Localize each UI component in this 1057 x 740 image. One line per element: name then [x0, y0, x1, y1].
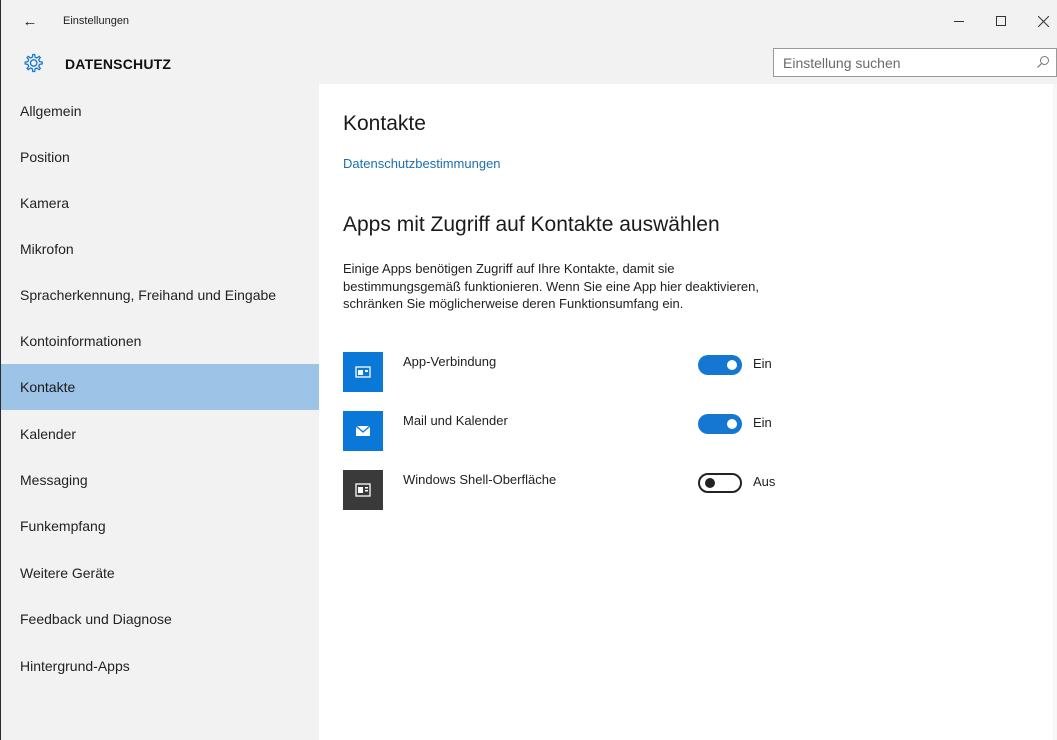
sidebar-item-label: Weitere Geräte: [20, 565, 115, 581]
header-bar: DATENSCHUTZ: [1, 44, 1057, 84]
toggle-state-label: Ein: [753, 415, 772, 430]
search-box[interactable]: [773, 48, 1057, 77]
sidebar: Allgemein Position Kamera Mikrofon Sprac…: [1, 84, 319, 740]
app-name: Mail und Kalender: [403, 413, 508, 428]
search-input[interactable]: [774, 49, 1024, 76]
app-row-app-verbindung: App-Verbindung Ein: [343, 352, 783, 392]
mail-kalender-toggle[interactable]: [698, 414, 742, 434]
sidebar-item-label: Kalender: [20, 426, 77, 442]
sidebar-item-messaging[interactable]: Messaging: [1, 457, 319, 503]
sidebar-item-weitere-geraete[interactable]: Weitere Geräte: [1, 550, 319, 596]
sidebar-item-label: Spracherkennung, Freihand und Eingabe: [20, 287, 277, 303]
app-name: App-Verbindung: [403, 354, 497, 369]
app-row-mail-kalender: Mail und Kalender Ein: [343, 411, 783, 451]
sidebar-item-funkempfang[interactable]: Funkempfang: [1, 503, 319, 549]
settings-window: ← Einstellungen DATENSCHUTZ Einstellung …: [0, 0, 1057, 740]
sidebar-item-kontoinformationen[interactable]: Kontoinformationen: [1, 318, 319, 364]
sidebar-item-label: Kontoinformationen: [20, 333, 142, 349]
window-title: Einstellungen: [63, 15, 130, 27]
sidebar-item-label: Kamera: [20, 195, 70, 211]
toggle-state-label: Ein: [753, 356, 772, 371]
sidebar-item-label: Allgemein: [20, 103, 82, 119]
back-button[interactable]: ←: [15, 6, 45, 36]
privacy-link[interactable]: Datenschutzbestimmungen: [343, 156, 501, 171]
minimize-button[interactable]: [939, 6, 979, 36]
maximize-icon: [996, 16, 1006, 26]
section-title: DATENSCHUTZ: [65, 56, 172, 72]
sidebar-item-kontakte[interactable]: Kontakte: [1, 364, 319, 410]
sidebar-item-hintergrund-apps[interactable]: Hintergrund-Apps: [1, 643, 319, 689]
sidebar-item-position[interactable]: Position: [1, 134, 319, 180]
mail-icon: [343, 411, 383, 451]
toggle-knob: [705, 478, 715, 488]
sidebar-item-spracherkennung[interactable]: Spracherkennung, Freihand und Eingabe: [1, 272, 319, 318]
sidebar-item-kamera[interactable]: Kamera: [1, 180, 319, 226]
toggle-knob: [727, 360, 737, 370]
shell-icon: [343, 470, 383, 510]
toggle-state-label: Aus: [753, 474, 776, 489]
description-text: Einige Apps benötigen Zugriff auf Ihre K…: [343, 261, 759, 311]
sidebar-item-label: Feedback und Diagnose: [20, 611, 172, 627]
app-name: Windows Shell-Oberfläche: [403, 472, 557, 487]
search-icon[interactable]: [1036, 55, 1050, 69]
sidebar-item-label: Hintergrund-Apps: [20, 658, 130, 674]
gear-icon: [24, 53, 43, 73]
page-title: Kontakte: [343, 112, 426, 135]
sidebar-item-kalender[interactable]: Kalender: [1, 411, 319, 457]
maximize-button[interactable]: [981, 6, 1021, 36]
sidebar-item-label: Mikrofon: [20, 241, 74, 257]
app-row-windows-shell: Windows Shell-Oberfläche Aus: [343, 470, 783, 510]
scrollbar-track[interactable]: [1053, 84, 1057, 740]
close-button[interactable]: [1023, 6, 1057, 36]
sidebar-item-feedback[interactable]: Feedback und Diagnose: [1, 596, 319, 642]
back-arrow-icon: ←: [22, 12, 38, 30]
sidebar-item-allgemein[interactable]: Allgemein: [1, 88, 319, 134]
app-verbindung-toggle[interactable]: [698, 355, 742, 375]
sidebar-item-label: Kontakte: [20, 379, 76, 395]
windows-shell-toggle[interactable]: [698, 473, 742, 493]
main-content: Kontakte Datenschutzbestimmungen Apps mi…: [319, 84, 1057, 740]
sidebar-item-label: Position: [20, 149, 70, 165]
close-icon: [1037, 15, 1049, 27]
app-connector-icon: [343, 352, 383, 392]
toggle-knob: [727, 419, 737, 429]
section-heading: Apps mit Zugriff auf Kontakte auswählen: [343, 213, 720, 236]
sidebar-item-label: Messaging: [20, 472, 88, 488]
title-bar: ← Einstellungen: [1, 0, 1057, 44]
sidebar-item-label: Funkempfang: [20, 518, 106, 534]
sidebar-item-mikrofon[interactable]: Mikrofon: [1, 226, 319, 272]
minimize-icon: [954, 20, 964, 22]
